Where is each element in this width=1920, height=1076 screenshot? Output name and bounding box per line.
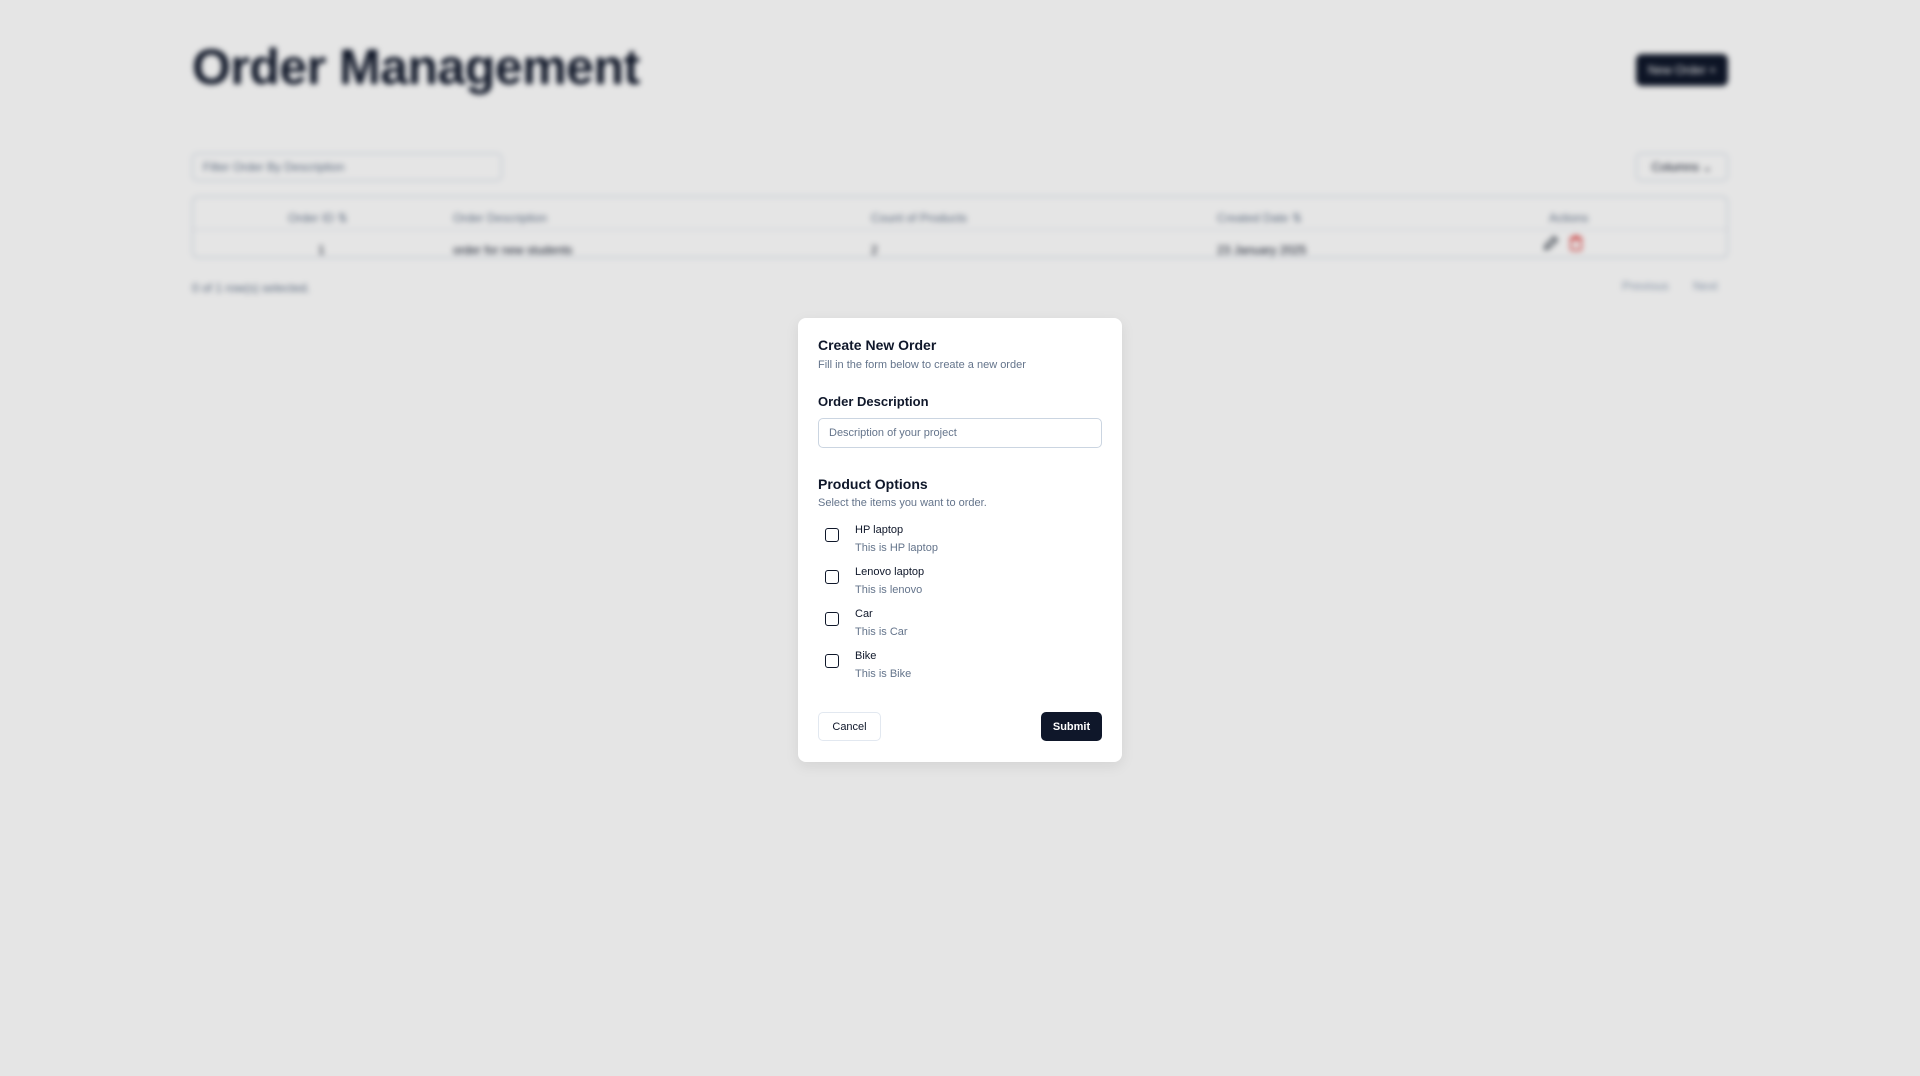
product-options-list: HP laptop This is HP laptop Lenovo lapto…	[818, 524, 1102, 692]
option-text: Lenovo laptop This is lenovo	[855, 566, 924, 597]
bike-checkbox[interactable]	[825, 654, 839, 668]
option-text: HP laptop This is HP laptop	[855, 524, 938, 555]
submit-button[interactable]: Submit	[1041, 712, 1102, 741]
product-options-subtitle: Select the items you want to order.	[818, 497, 987, 509]
option-description: This is lenovo	[855, 584, 923, 596]
option-text: Bike This is Bike	[855, 650, 911, 681]
option-name: Car	[855, 608, 873, 620]
dialog-title: Create New Order	[818, 337, 937, 353]
order-description-input[interactable]	[818, 418, 1102, 448]
dialog-subtitle: Fill in the form below to create a new o…	[818, 359, 1026, 371]
create-order-dialog: Create New Order Fill in the form below …	[798, 318, 1122, 762]
option-description: This is Car	[855, 626, 908, 638]
option-text: Car This is Car	[855, 608, 908, 639]
product-option-hp-laptop[interactable]: HP laptop This is HP laptop	[818, 524, 1102, 566]
option-name: Bike	[855, 650, 877, 662]
product-option-lenovo-laptop[interactable]: Lenovo laptop This is lenovo	[818, 566, 1102, 608]
option-description: This is HP laptop	[855, 542, 938, 554]
product-option-bike[interactable]: Bike This is Bike	[818, 650, 1102, 692]
dialog-footer: Cancel Submit	[818, 712, 1102, 741]
order-description-label: Order Description	[818, 394, 929, 409]
hp-laptop-checkbox[interactable]	[825, 528, 839, 542]
product-options-label: Product Options	[818, 476, 928, 492]
option-name: HP laptop	[855, 524, 904, 536]
cancel-button[interactable]: Cancel	[818, 712, 881, 741]
product-option-car[interactable]: Car This is Car	[818, 608, 1102, 650]
option-name: Lenovo laptop	[855, 566, 925, 578]
lenovo-laptop-checkbox[interactable]	[825, 570, 839, 584]
option-description: This is Bike	[855, 668, 912, 680]
car-checkbox[interactable]	[825, 612, 839, 626]
